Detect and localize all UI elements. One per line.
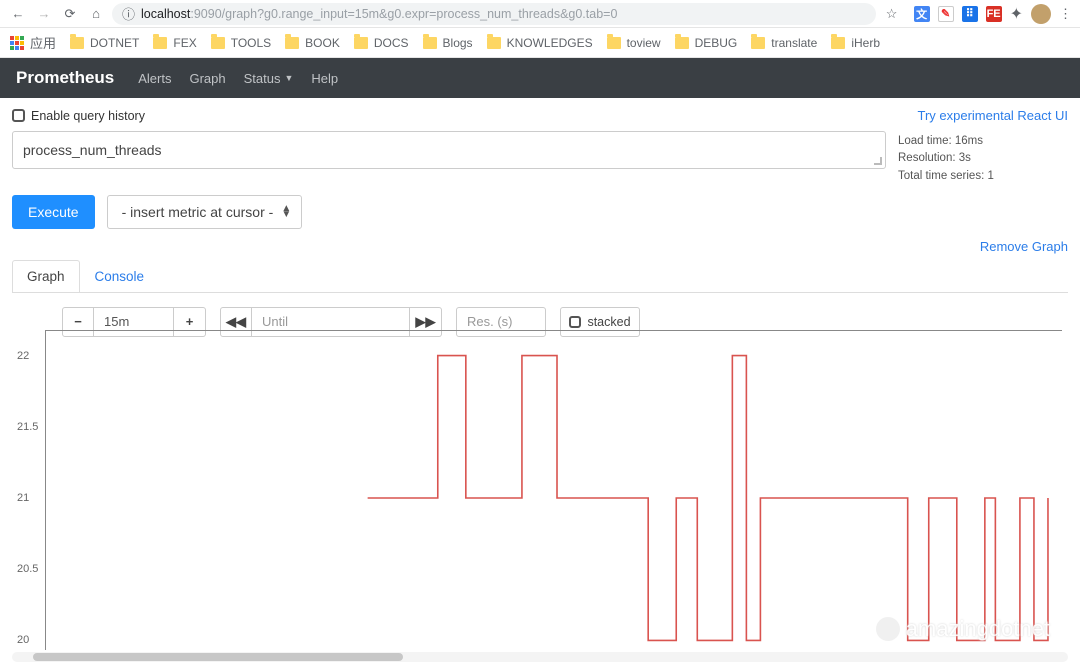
bookmark-fex[interactable]: FEX xyxy=(153,36,196,50)
profile-avatar[interactable] xyxy=(1031,4,1051,24)
bookmark-docs[interactable]: DOCS xyxy=(354,36,409,50)
bookmark-label: DOTNET xyxy=(90,36,139,50)
address-bar[interactable]: ⓘ localhost:9090/graph?g0.range_input=15… xyxy=(112,3,876,25)
tab-graph[interactable]: Graph xyxy=(12,260,80,292)
nav-help[interactable]: Help xyxy=(311,71,338,86)
nav-status[interactable]: Status▼ xyxy=(244,71,294,86)
forward-icon[interactable]: → xyxy=(34,4,54,24)
bookmark-blogs[interactable]: Blogs xyxy=(423,36,473,50)
app-nav: Prometheus Alerts Graph Status▼ Help xyxy=(0,58,1080,98)
folder-icon xyxy=(153,37,167,49)
expression-text: process_num_threads xyxy=(23,142,162,158)
stat-series: Total time series: 1 xyxy=(898,168,1068,185)
url-path: :9090/graph?g0.range_input=15m&g0.expr=p… xyxy=(190,7,617,21)
metric-dropdown-label: - insert metric at cursor - xyxy=(122,204,274,220)
folder-icon xyxy=(751,37,765,49)
bookmark-label: DEBUG xyxy=(695,36,738,50)
bookmark-iherb[interactable]: iHerb xyxy=(831,36,880,50)
nav-graph[interactable]: Graph xyxy=(189,71,225,86)
adblock-ext-icon[interactable]: ✎ xyxy=(938,6,954,22)
apps-grid-icon xyxy=(10,36,24,50)
scrollbar-thumb[interactable] xyxy=(33,653,403,661)
folder-icon xyxy=(285,37,299,49)
nav-status-label: Status xyxy=(244,71,281,86)
metric-dropdown[interactable]: - insert metric at cursor - ▲▼ xyxy=(107,195,303,229)
bookmark-knowledges[interactable]: KNOWLEDGES xyxy=(487,36,593,50)
chart-area[interactable]: 2020.52121.522 2324252627282930313233343… xyxy=(45,330,1062,650)
chart-line xyxy=(45,330,1062,650)
folder-icon xyxy=(70,37,84,49)
stat-load: Load time: 16ms xyxy=(898,133,1068,150)
horizontal-scrollbar[interactable] xyxy=(12,652,1068,662)
ext-blue-icon[interactable]: ⠿ xyxy=(962,6,978,22)
brand[interactable]: Prometheus xyxy=(16,68,114,88)
bookmark-toview[interactable]: toview xyxy=(607,36,661,50)
y-tick: 20.5 xyxy=(17,563,38,575)
bookmark-label: Blogs xyxy=(443,36,473,50)
bookmark-label: BOOK xyxy=(305,36,340,50)
enable-history-label: Enable query history xyxy=(31,109,145,123)
y-tick: 22 xyxy=(17,350,29,362)
apps-shortcut[interactable]: 应用 xyxy=(10,33,56,52)
extensions-puzzle-icon[interactable]: ✦ xyxy=(1010,4,1023,24)
execute-button[interactable]: Execute xyxy=(12,195,95,229)
bookmark-label: translate xyxy=(771,36,817,50)
checkbox-icon xyxy=(12,109,25,122)
y-tick: 21.5 xyxy=(17,421,38,433)
bookmark-tools[interactable]: TOOLS xyxy=(211,36,271,50)
translate-ext-icon[interactable]: 文 xyxy=(914,6,930,22)
tab-console[interactable]: Console xyxy=(80,260,160,292)
result-tabs: Graph Console xyxy=(12,260,1068,293)
bookmark-debug[interactable]: DEBUG xyxy=(675,36,738,50)
stacked-label: stacked xyxy=(587,315,630,329)
bookmark-label: DOCS xyxy=(374,36,409,50)
folder-icon xyxy=(211,37,225,49)
folder-icon xyxy=(607,37,621,49)
apps-label: 应用 xyxy=(30,33,56,52)
folder-icon xyxy=(831,37,845,49)
bookmark-label: toview xyxy=(627,36,661,50)
folder-icon xyxy=(423,37,437,49)
reload-icon[interactable]: ⟳ xyxy=(60,4,80,24)
chrome-menu-icon[interactable]: ⋮ xyxy=(1059,6,1072,22)
y-tick: 20 xyxy=(17,634,29,646)
chevron-down-icon: ▼ xyxy=(284,73,293,83)
bookmarks-bar: 应用 DOTNET FEX TOOLS BOOK DOCS Blogs KNOWLEDGES… xyxy=(0,28,1080,58)
stat-res: Resolution: 3s xyxy=(898,150,1068,167)
bookmark-label: TOOLS xyxy=(231,36,271,50)
updown-caret-icon: ▲▼ xyxy=(281,206,291,218)
query-stats: Load time: 16ms Resolution: 3s Total tim… xyxy=(898,131,1068,185)
folder-icon xyxy=(354,37,368,49)
bookmark-dotnet[interactable]: DOTNET xyxy=(70,36,139,50)
ext-red-icon[interactable]: FE xyxy=(986,6,1002,22)
back-icon[interactable]: ← xyxy=(8,4,28,24)
resize-handle-icon[interactable] xyxy=(874,157,882,165)
browser-toolbar: ← → ⟳ ⌂ ⓘ localhost:9090/graph?g0.range_… xyxy=(0,0,1080,28)
react-ui-link[interactable]: Try experimental React UI xyxy=(917,108,1068,123)
home-icon[interactable]: ⌂ xyxy=(86,4,106,24)
folder-icon xyxy=(675,37,689,49)
bookmark-label: iHerb xyxy=(851,36,880,50)
nav-alerts[interactable]: Alerts xyxy=(138,71,171,86)
expression-input[interactable]: process_num_threads xyxy=(12,131,886,169)
site-info-icon[interactable]: ⓘ xyxy=(122,4,135,23)
bookmark-label: FEX xyxy=(173,36,196,50)
checkbox-icon xyxy=(569,316,581,328)
url-host: localhost xyxy=(141,7,190,21)
bookmark-translate[interactable]: translate xyxy=(751,36,817,50)
enable-history-checkbox[interactable]: Enable query history xyxy=(12,109,145,123)
y-tick: 21 xyxy=(17,492,29,504)
bookmark-label: KNOWLEDGES xyxy=(507,36,593,50)
remove-graph-link[interactable]: Remove Graph xyxy=(12,239,1068,254)
folder-icon xyxy=(487,37,501,49)
extensions: 文 ✎ ⠿ FE ✦ ⋮ xyxy=(908,4,1072,24)
bookmark-book[interactable]: BOOK xyxy=(285,36,340,50)
bookmark-star-icon[interactable]: ☆ xyxy=(882,4,902,24)
